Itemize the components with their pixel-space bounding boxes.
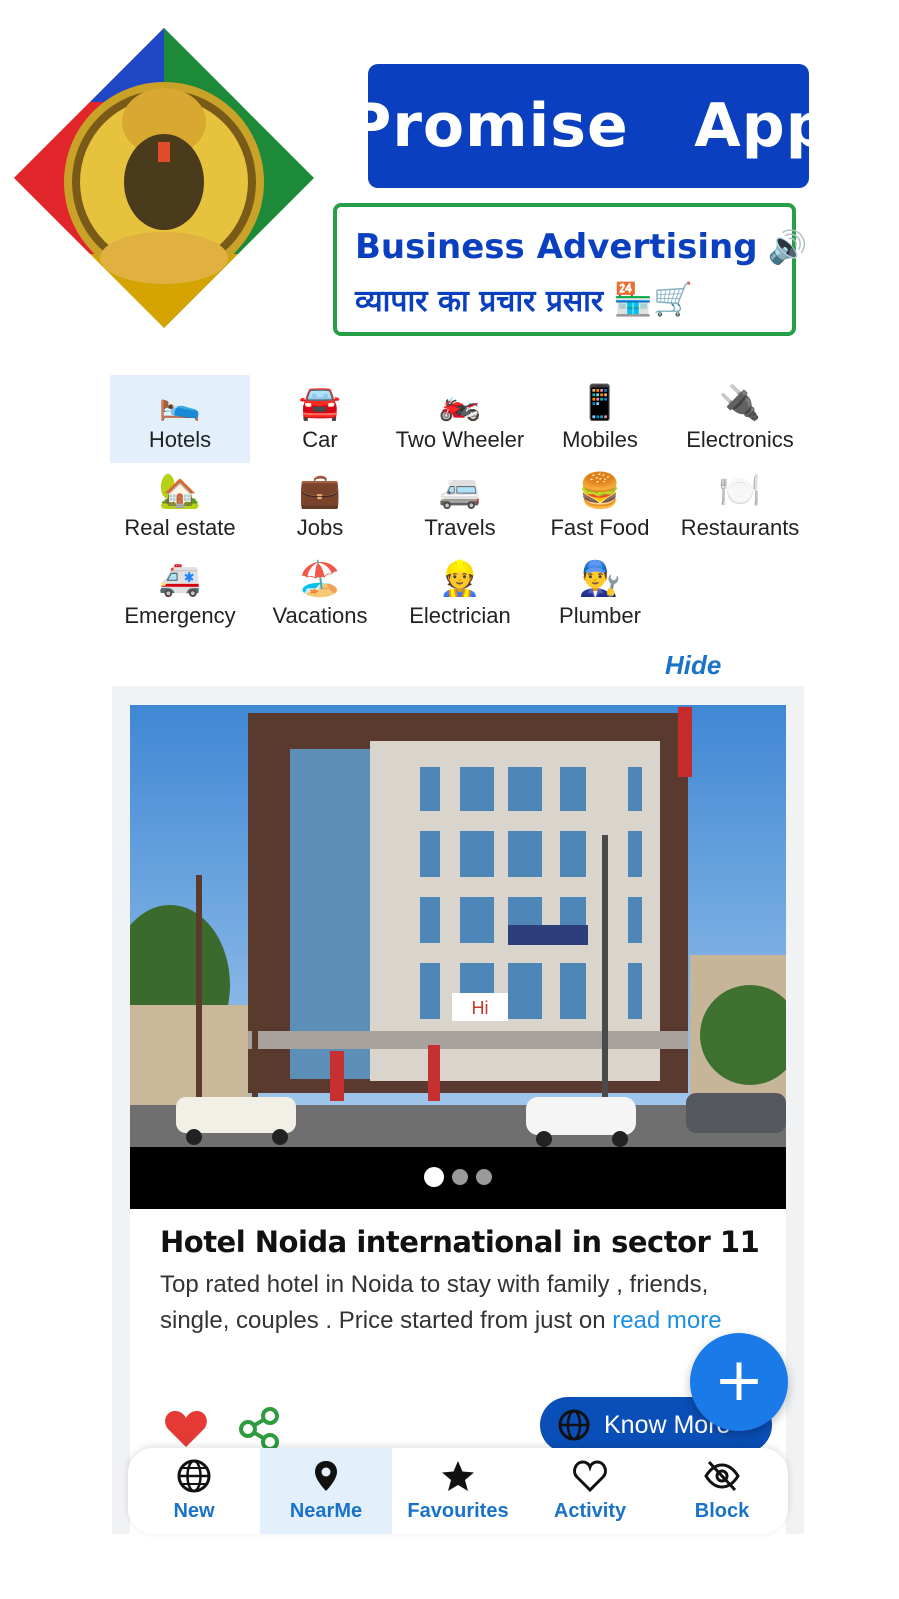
category-car-label: Car xyxy=(302,427,338,452)
globe-icon xyxy=(177,1459,211,1493)
category-vacations[interactable]: 🏖️ Vacations xyxy=(250,551,390,639)
location-pin-icon xyxy=(315,1461,337,1491)
nav-nearme-label: NearMe xyxy=(289,1500,363,1522)
slide-dot[interactable] xyxy=(424,1167,444,1187)
category-grid: 🛌 Hotels 🚘 Car 🏍️ Two Wheeler 📱 Mobiles 🔌 Electro… xyxy=(110,375,810,639)
listing-photo[interactable]: Hi xyxy=(130,705,786,1147)
category-car-icon: 🚘 xyxy=(298,384,342,422)
slide-dot[interactable] xyxy=(452,1169,468,1185)
category-hotels-label: Hotels xyxy=(148,427,212,452)
heart-outline-icon xyxy=(573,1460,607,1493)
category-electrician-icon: 👷 xyxy=(438,560,482,598)
category-emergency[interactable]: 🚑 Emergency xyxy=(110,551,250,639)
speaker-icon: 🔊 xyxy=(767,228,808,266)
slide-indicator[interactable] xyxy=(130,1167,786,1187)
category-vacations-label: Vacations xyxy=(272,603,368,628)
bottom-nav: New NearMe Favourites Activity Block xyxy=(128,1448,788,1534)
listing-card: Hi Hotel Noida international in sector 1… xyxy=(130,705,786,1534)
category-real-estate-label: Real estate xyxy=(124,515,236,540)
app-logo xyxy=(8,22,320,334)
category-travels[interactable]: 🚐 Travels xyxy=(390,463,530,551)
tagline-english-text: Business Advertising xyxy=(355,227,758,267)
nav-block[interactable]: Block xyxy=(656,1448,788,1534)
eye-off-icon xyxy=(704,1460,740,1492)
tagline-hindi-text: व्यापार का प्रचार प्रसार xyxy=(355,283,604,319)
category-car[interactable]: 🚘 Car xyxy=(250,375,390,463)
slide-dot[interactable] xyxy=(476,1169,492,1185)
star-icon xyxy=(442,1461,474,1491)
app-title-banner: Promise App xyxy=(347,64,829,188)
shop-cart-icon: 🏪🛒 xyxy=(613,280,693,318)
category-two-wheeler-icon: 🏍️ xyxy=(438,384,482,422)
category-plumber-icon: 👨‍🔧 xyxy=(578,560,622,598)
category-mobiles[interactable]: 📱 Mobiles xyxy=(530,375,670,463)
category-electronics[interactable]: 🔌 Electronics xyxy=(670,375,810,463)
like-heart-icon[interactable] xyxy=(164,1409,208,1449)
tagline-hindi: व्यापार का प्रचार प्रसार 🏪🛒 xyxy=(355,273,792,325)
category-restaurants-icon: 🍽️ xyxy=(718,472,762,510)
nav-activity-label: Activity xyxy=(553,1500,627,1522)
category-emergency-label: Emergency xyxy=(124,603,236,628)
category-fast-food-label: Fast Food xyxy=(550,515,650,540)
category-electrician[interactable]: 👷 Electrician xyxy=(390,551,530,639)
category-hotels[interactable]: 🛌 Hotels xyxy=(110,375,250,463)
app-title: Promise App xyxy=(347,91,830,161)
globe-icon xyxy=(558,1409,590,1441)
read-more-link[interactable]: read more xyxy=(612,1307,721,1334)
nav-favourites[interactable]: Favourites xyxy=(392,1448,524,1534)
nav-new-label: New xyxy=(173,1500,215,1522)
category-fast-food-icon: 🍔 xyxy=(578,472,622,510)
tagline-box: Business Advertising 🔊 व्यापार का प्रचार… xyxy=(333,203,807,336)
category-electronics-label: Electronics xyxy=(686,427,794,452)
listing-description: Top rated hotel in Noida to stay with fa… xyxy=(160,1267,760,1339)
nav-favourites-label: Favourites xyxy=(407,1500,509,1522)
category-fast-food[interactable]: 🍔 Fast Food xyxy=(530,463,670,551)
category-electronics-icon: 🔌 xyxy=(718,384,762,422)
listing-title[interactable]: Hotel Noida international in sector 11 xyxy=(160,1225,780,1259)
svg-text:Hi: Hi xyxy=(472,998,489,1018)
nav-new[interactable]: New xyxy=(128,1448,260,1534)
category-travels-label: Travels xyxy=(424,515,496,540)
category-jobs-label: Jobs xyxy=(296,515,344,540)
category-restaurants[interactable]: 🍽️ Restaurants xyxy=(670,463,810,551)
category-real-estate-icon: 🏡 xyxy=(158,472,202,510)
share-icon[interactable] xyxy=(238,1407,280,1451)
category-vacations-icon: 🏖️ xyxy=(298,560,342,598)
nav-activity[interactable]: Activity xyxy=(524,1448,656,1534)
nav-block-label: Block xyxy=(694,1500,750,1522)
category-restaurants-label: Restaurants xyxy=(680,515,800,540)
category-plumber[interactable]: 👨‍🔧 Plumber xyxy=(530,551,670,639)
hide-categories-link[interactable]: Hide xyxy=(665,650,721,681)
category-two-wheeler[interactable]: 🏍️ Two Wheeler xyxy=(390,375,530,463)
tagline-english: Business Advertising 🔊 xyxy=(355,221,807,273)
nav-nearme[interactable]: NearMe xyxy=(260,1448,392,1534)
add-fab-button[interactable]: + xyxy=(690,1333,788,1431)
category-hotels-icon: 🛌 xyxy=(158,384,202,422)
category-mobiles-label: Mobiles xyxy=(562,427,638,452)
category-mobiles-icon: 📱 xyxy=(578,384,622,422)
category-travels-icon: 🚐 xyxy=(438,472,482,510)
category-electrician-label: Electrician xyxy=(409,603,511,628)
category-two-wheeler-label: Two Wheeler xyxy=(395,427,525,452)
category-jobs-icon: 💼 xyxy=(298,472,342,510)
category-emergency-icon: 🚑 xyxy=(158,560,202,598)
category-jobs[interactable]: 💼 Jobs xyxy=(250,463,390,551)
category-real-estate[interactable]: 🏡 Real estate xyxy=(110,463,250,551)
category-plumber-label: Plumber xyxy=(559,603,641,628)
